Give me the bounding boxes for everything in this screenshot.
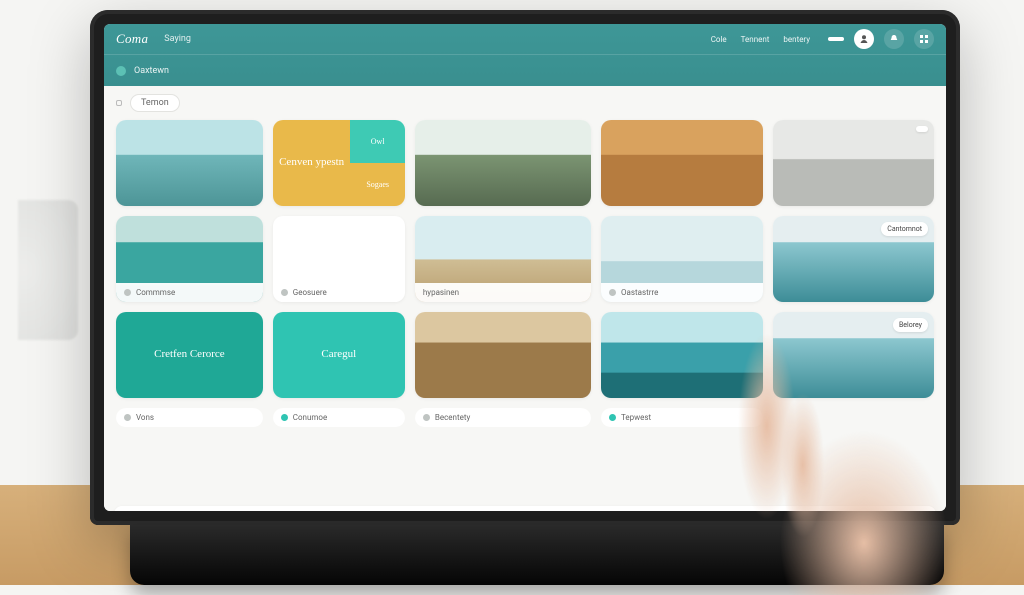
card-r3-c4[interactable]: [601, 312, 762, 398]
header-link-2[interactable]: Tennent: [741, 35, 770, 44]
font-picker-panel: BRCABGPTBERNBPEOEABPCEB2A2C CEAUBCAEDOB0…: [114, 506, 936, 511]
template-grid: Cenven ypestn Owl Sogaes Commmse: [104, 120, 946, 500]
caption-r4-c3: Becentety: [415, 408, 591, 430]
card-caption: Becentety: [415, 408, 591, 427]
header-pill-button[interactable]: [828, 37, 844, 41]
card-caption: hypasinen: [415, 283, 591, 302]
app-header: Coma Saying Cole Tennent bentery: [104, 24, 946, 86]
caption-text: Conumoe: [293, 413, 327, 422]
filter-chip-1-label: Temon: [141, 98, 169, 108]
card-caption: Tepwest: [601, 408, 762, 427]
header-link-3[interactable]: bentery: [783, 35, 810, 44]
card-caption: Geosuere: [273, 283, 405, 302]
card-badge: [916, 126, 928, 132]
thumbnail-interior: [773, 120, 934, 206]
tile-title: Cretfen Cerorce: [148, 348, 231, 361]
filter-chip-1[interactable]: Temon: [130, 94, 180, 112]
grid-icon: [919, 34, 929, 44]
card-badge: Belorey: [893, 318, 928, 332]
app-screen: Coma Saying Cole Tennent bentery: [104, 24, 946, 511]
filter-bullet-icon: [116, 100, 122, 106]
caption-text: hypasinen: [423, 288, 459, 297]
avatar-dot-icon: [609, 289, 616, 296]
caption-text: Commmse: [136, 288, 175, 297]
tile-title: Caregul: [315, 348, 362, 361]
caption-text: Geosuere: [293, 288, 327, 297]
thumbnail-hills: [415, 120, 591, 206]
avatar-button[interactable]: [854, 29, 874, 49]
background-window-hint: [18, 200, 78, 340]
card-r2-c4[interactable]: Oastastrre: [601, 216, 762, 302]
status-dot-icon: [124, 289, 131, 296]
filter-row: Temon: [104, 86, 946, 120]
card-r3-c3[interactable]: [415, 312, 591, 398]
tile-sub-b: Owl: [365, 137, 391, 147]
user-icon: [859, 34, 869, 44]
laptop-frame: Coma Saying Cole Tennent bentery: [90, 10, 960, 525]
card-r1-c3[interactable]: [415, 120, 591, 206]
card-r1-c5[interactable]: [773, 120, 934, 206]
tile-title: Cenven ypestn: [273, 156, 350, 169]
card-r3-c1[interactable]: Cretfen Cerorce: [116, 312, 263, 398]
caption-text: Oastastrre: [621, 288, 658, 297]
card-r2-c2[interactable]: Geosuere: [273, 216, 405, 302]
header-breadcrumb-bar: Oaxtewn: [104, 54, 946, 86]
status-dot-icon: [281, 289, 288, 296]
header-link-1[interactable]: Cole: [711, 35, 727, 44]
thumbnail-sea: [116, 120, 263, 206]
thumbnail-ocean: [601, 312, 762, 398]
breadcrumb[interactable]: Oaxtewn: [134, 66, 169, 76]
thumbnail-cafe: [415, 312, 591, 398]
header-tab-1[interactable]: Saying: [158, 32, 197, 46]
thumbnail-deck: [601, 120, 762, 206]
breadcrumb-dot-icon: [116, 66, 126, 76]
card-caption: Commmse: [116, 283, 263, 302]
status-dot-icon: [124, 414, 131, 421]
tile-sub-c: Sogaes: [360, 180, 395, 190]
caption-text: Vons: [136, 413, 154, 422]
caption-text: Becentety: [435, 413, 470, 422]
header-top-bar: Coma Saying Cole Tennent bentery: [104, 24, 946, 54]
status-dot-icon: [609, 414, 616, 421]
card-caption: Vons: [116, 408, 263, 427]
card-caption: Oastastrre: [601, 283, 762, 302]
card-r3-c5[interactable]: Belorey: [773, 312, 934, 398]
header-links: Cole Tennent bentery: [711, 35, 810, 44]
card-r2-c5[interactable]: Cantomnot: [773, 216, 934, 302]
card-r3-c2[interactable]: Caregul: [273, 312, 405, 398]
status-dot-icon: [281, 414, 288, 421]
caption-r4-c2: Conumoe: [273, 408, 405, 430]
bell-icon: [889, 34, 899, 44]
card-badge: Cantomnot: [881, 222, 928, 236]
card-r2-c1[interactable]: Commmse: [116, 216, 263, 302]
caption-r4-c1: Vons: [116, 408, 263, 430]
content-area: Temon Cenven ypestn Owl Sogaes: [104, 86, 946, 511]
card-r1-c4[interactable]: [601, 120, 762, 206]
header-icon-bell[interactable]: [884, 29, 904, 49]
card-caption: Conumoe: [273, 408, 405, 427]
header-icon-menu[interactable]: [914, 29, 934, 49]
card-r1-c2[interactable]: Cenven ypestn Owl Sogaes: [273, 120, 405, 206]
brand-logo[interactable]: Coma: [116, 31, 148, 47]
caption-r4-c4: Tepwest: [601, 408, 762, 430]
card-r1-c1[interactable]: [116, 120, 263, 206]
status-dot-icon: [423, 414, 430, 421]
card-r2-c3[interactable]: hypasinen: [415, 216, 591, 302]
caption-text: Tepwest: [621, 413, 651, 422]
laptop-keyboard-edge: [130, 525, 944, 585]
